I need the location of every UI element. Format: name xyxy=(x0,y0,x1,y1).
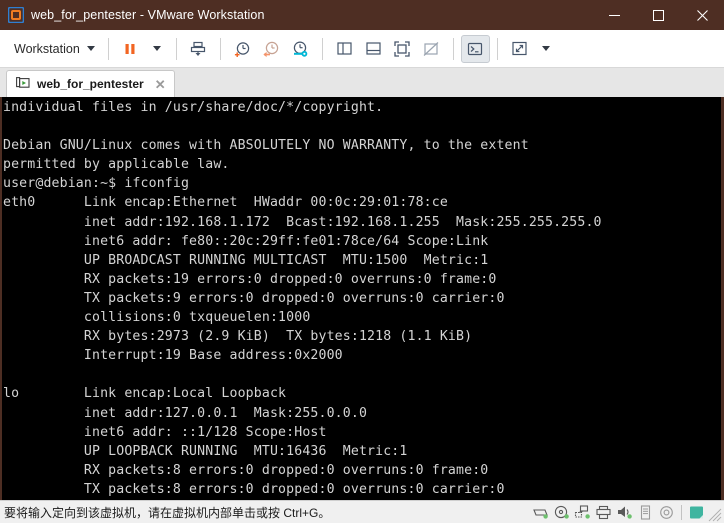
terminal-line: inet addr:127.0.0.1 Mask:255.0.0.0 xyxy=(3,405,368,421)
window-title: web_for_pentester - VMware Workstation xyxy=(31,8,265,22)
terminal-line: UP LOOPBACK RUNNING MTU:16436 Metric:1 xyxy=(3,443,408,459)
maximize-button[interactable] xyxy=(636,0,680,30)
terminal-line: permitted by applicable law. xyxy=(3,157,230,173)
terminal-line: RX bytes:2973 (2.9 KiB) TX bytes:1218 (1… xyxy=(3,329,473,345)
toolbar-divider xyxy=(496,37,498,60)
guest-terminal[interactable]: individual files in /usr/share/doc/*/cop… xyxy=(2,97,721,500)
optical-drive-icon[interactable] xyxy=(657,503,676,522)
vm-running-icon xyxy=(16,76,30,93)
window-controls xyxy=(592,0,724,30)
stretch-guest-button[interactable] xyxy=(505,35,534,63)
status-divider xyxy=(681,504,682,520)
vm-tab-strip: web_for_pentester ✕ xyxy=(0,68,724,97)
terminal-line: eth0 Link encap:Ethernet HWaddr 00:0c:29… xyxy=(3,195,448,211)
terminal-line: inet6 addr: ::1/128 Scope:Host xyxy=(3,424,327,440)
console-view-button[interactable] xyxy=(460,34,490,63)
toolbar-divider xyxy=(321,37,323,60)
printer-icon[interactable] xyxy=(594,503,613,522)
close-icon[interactable]: ✕ xyxy=(151,78,170,91)
toolbar-divider xyxy=(219,37,221,60)
terminal-line: RX packets:19 errors:0 dropped:0 overrun… xyxy=(3,271,497,287)
resize-grip-icon[interactable] xyxy=(708,503,722,522)
toolbar-divider xyxy=(107,37,109,60)
status-bar: 要将输入定向到该虚拟机，请在虚拟机内部单击或按 Ctrl+G。 xyxy=(0,500,724,523)
network-adapter-icon[interactable] xyxy=(573,503,592,522)
terminal-line: inet6 addr: fe80::20c:29ff:fe01:78ce/64 … xyxy=(3,233,489,249)
title-bar: web_for_pentester - VMware Workstation xyxy=(0,0,724,30)
terminal-line: user@debian:~$ ifconfig xyxy=(3,176,190,192)
unity-mode-button[interactable] xyxy=(417,35,446,63)
workstation-menu-label: Workstation xyxy=(14,41,80,56)
terminal-line: RX packets:8 errors:0 dropped:0 overruns… xyxy=(3,462,489,478)
main-toolbar: Workstation xyxy=(0,30,724,68)
terminal-line: Interrupt:19 Base address:0x2000 xyxy=(3,348,343,364)
sound-card-icon[interactable] xyxy=(615,503,634,522)
hard-disk-icon[interactable] xyxy=(531,503,550,522)
terminal-line: TX packets:8 errors:0 dropped:0 overruns… xyxy=(3,481,505,497)
status-message: 要将输入定向到该虚拟机，请在虚拟机内部单击或按 Ctrl+G。 xyxy=(4,505,331,520)
terminal-line: TX packets:9 errors:0 dropped:0 overruns… xyxy=(3,290,505,306)
workstation-menu-button[interactable]: Workstation xyxy=(6,36,101,62)
terminal-line: lo Link encap:Local Loopback xyxy=(3,386,287,402)
device-status-icons xyxy=(531,503,724,522)
revert-snapshot-button[interactable] xyxy=(257,35,286,63)
vmware-logo-icon xyxy=(7,6,25,24)
full-screen-button[interactable] xyxy=(388,35,417,63)
vm-display-area[interactable]: individual files in /usr/share/doc/*/cop… xyxy=(0,97,724,500)
terminal-line: Debian GNU/Linux comes with ABSOLUTELY N… xyxy=(3,138,529,154)
terminal-line: inet addr:192.168.1.172 Bcast:192.168.1.… xyxy=(3,214,602,230)
close-button[interactable] xyxy=(680,0,724,30)
toolbar-divider xyxy=(175,37,177,60)
show-thumbnail-bar-button[interactable] xyxy=(359,35,388,63)
snapshot-manager-button[interactable] xyxy=(286,35,315,63)
send-ctrl-alt-del-button[interactable] xyxy=(184,35,213,63)
minimize-button[interactable] xyxy=(592,0,636,30)
tab-web-for-pentester[interactable]: web_for_pentester ✕ xyxy=(6,70,175,97)
chevron-down-icon xyxy=(541,46,550,51)
show-sidebar-button[interactable] xyxy=(330,35,359,63)
vmware-workstation-window: web_for_pentester - VMware Workstation W… xyxy=(0,0,724,523)
tab-label: web_for_pentester xyxy=(37,77,144,91)
cd-dvd-icon[interactable] xyxy=(552,503,571,522)
terminal-line: UP BROADCAST RUNNING MULTICAST MTU:1500 … xyxy=(3,252,489,268)
chevron-down-icon xyxy=(86,46,95,51)
display-icon[interactable] xyxy=(687,503,706,522)
take-snapshot-button[interactable] xyxy=(228,35,257,63)
terminal-line: collisions:0 txqueuelen:1000 xyxy=(3,310,311,326)
usb-device-icon[interactable] xyxy=(636,503,655,522)
toolbar-divider xyxy=(452,37,454,60)
pause-dropdown-button[interactable] xyxy=(145,35,169,63)
pause-vm-button[interactable] xyxy=(116,35,145,63)
chevron-down-icon xyxy=(152,46,161,51)
stretch-dropdown-button[interactable] xyxy=(534,35,558,63)
terminal-line: individual files in /usr/share/doc/*/cop… xyxy=(3,100,384,115)
